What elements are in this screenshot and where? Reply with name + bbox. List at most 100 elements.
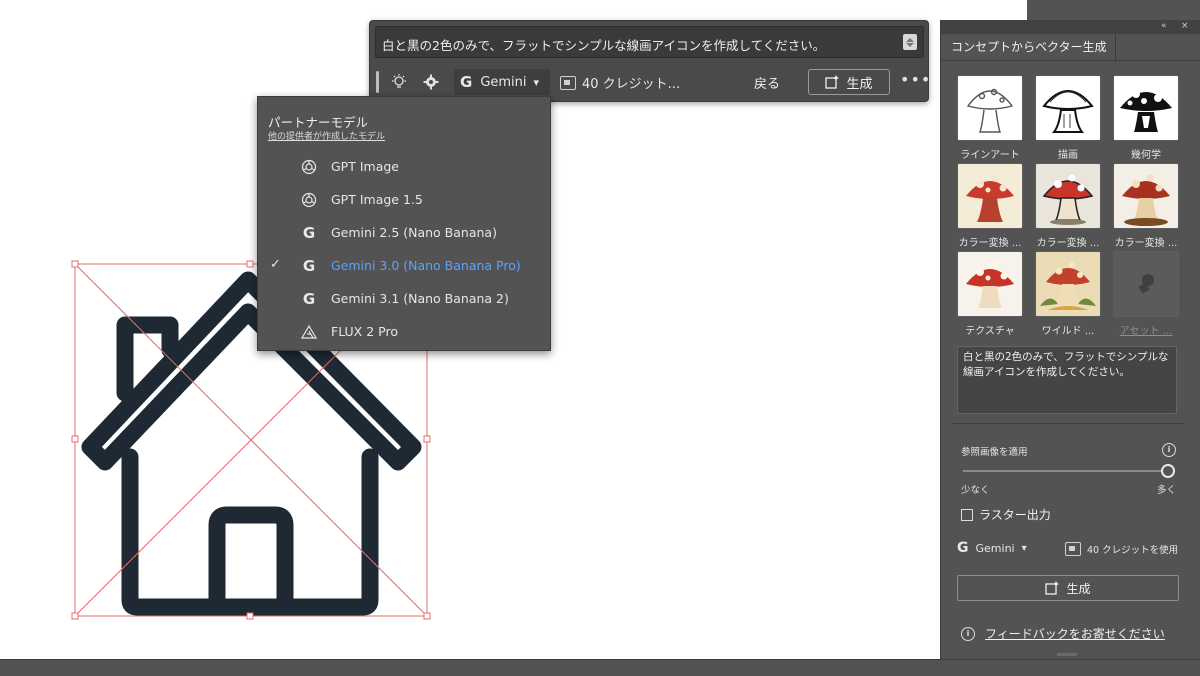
style-thumbnail bbox=[957, 251, 1023, 317]
google-icon: G bbox=[302, 257, 316, 275]
slider-min-label: 少なく bbox=[961, 485, 990, 496]
credits-label: 40 クレジット... bbox=[582, 77, 681, 92]
style-thumbnail bbox=[1035, 75, 1101, 141]
style-label: アセット ... bbox=[1119, 326, 1173, 337]
raster-output-label: ラスター出力 bbox=[979, 508, 1051, 522]
dropdown-subheading-link[interactable]: 他の提供者が作成したモデル bbox=[268, 129, 385, 142]
generate-label: 生成 bbox=[846, 76, 873, 92]
slider-handle[interactable] bbox=[1161, 464, 1175, 478]
menu-item-label: FLUX 2 Pro bbox=[331, 324, 398, 339]
credits-icon bbox=[1065, 542, 1081, 556]
generate-button[interactable]: 生成 bbox=[808, 69, 890, 95]
menu-item-label: Gemini 3.0 (Nano Banana Pro) bbox=[331, 258, 521, 273]
menu-item-label: Gemini 3.1 (Nano Banana 2) bbox=[331, 291, 509, 306]
back-button[interactable]: 戻る bbox=[754, 73, 780, 92]
menu-item-label: Gemini 2.5 (Nano Banana) bbox=[331, 225, 497, 240]
checkmark-icon: ✓ bbox=[270, 257, 281, 272]
panel-generate-button[interactable]: 生成 bbox=[957, 575, 1179, 601]
scroll-up-icon[interactable] bbox=[906, 37, 914, 42]
collapse-icon[interactable]: « bbox=[1161, 21, 1167, 31]
chevron-down-icon: ▾ bbox=[1021, 542, 1027, 554]
generate-label: 生成 bbox=[1066, 581, 1091, 596]
menu-item-label: GPT Image 1.5 bbox=[331, 192, 423, 207]
style-thumbnail bbox=[957, 163, 1023, 229]
scroll-down-icon[interactable] bbox=[906, 42, 914, 47]
menu-item-label: GPT Image bbox=[331, 159, 399, 174]
slider-max-label: 多く bbox=[1157, 485, 1177, 496]
style-label: カラー変換 ... bbox=[1036, 238, 1100, 249]
model-label: Gemini bbox=[480, 74, 527, 90]
raster-output-checkbox[interactable] bbox=[961, 508, 973, 521]
style-thumbnail bbox=[1113, 163, 1179, 229]
google-icon: G bbox=[460, 73, 473, 91]
style-color-transform-2[interactable]: カラー変換 ... bbox=[1035, 163, 1101, 249]
style-line-art[interactable]: ラインアート bbox=[957, 75, 1023, 161]
chevron-down-icon: ▾ bbox=[533, 75, 540, 89]
menu-item-gpt-image-1-5[interactable]: GPT Image 1.5 bbox=[258, 185, 550, 215]
style-label: ワイルド ... bbox=[1041, 326, 1095, 337]
style-wild[interactable]: ワイルド ... bbox=[1035, 251, 1101, 337]
tab-concept-to-vector[interactable]: コンセプトからベクター生成 bbox=[943, 34, 1116, 60]
raster-output-option[interactable]: ラスター出力 bbox=[961, 506, 1051, 523]
menu-item-gemini-3-1[interactable]: G Gemini 3.1 (Nano Banana 2) bbox=[258, 284, 550, 314]
style-asset[interactable]: アセット ... bbox=[1113, 251, 1179, 337]
style-label: ラインアート bbox=[960, 150, 1020, 161]
style-thumbnail bbox=[1035, 251, 1101, 317]
panel-model-selector[interactable]: G Gemini ▾ bbox=[957, 540, 1027, 556]
openai-icon bbox=[300, 191, 318, 209]
credits-label: 40 クレジットを使用 bbox=[1087, 545, 1179, 556]
style-label: カラー変換 ... bbox=[958, 238, 1022, 249]
credits-indicator[interactable]: 40 クレジット... bbox=[560, 73, 680, 92]
model-selector[interactable]: G Gemini ▾ bbox=[454, 69, 550, 95]
model-label: Gemini bbox=[975, 541, 1015, 555]
feedback-row: i フィードバックをお寄せください bbox=[961, 625, 1165, 642]
more-options-icon[interactable]: ••• bbox=[900, 70, 931, 89]
divider bbox=[941, 60, 1200, 61]
menu-item-gpt-image[interactable]: GPT Image bbox=[258, 152, 550, 182]
feedback-link[interactable]: フィードバックをお寄せください bbox=[985, 625, 1165, 642]
prompt-input[interactable]: 白と黒の2色のみで、フラットでシンプルな線画アイコンを作成してください。 bbox=[375, 26, 924, 58]
style-thumbnail bbox=[1113, 251, 1179, 317]
menu-item-flux-2-pro[interactable]: FLUX 2 Pro bbox=[258, 317, 550, 347]
divider bbox=[951, 423, 1185, 424]
google-icon: G bbox=[957, 540, 969, 556]
task-bar-controls: G Gemini ▾ 40 クレジット... 戻る 生成 ••• bbox=[370, 65, 931, 97]
prompt-scroll-stepper[interactable] bbox=[903, 34, 917, 50]
generate-icon bbox=[825, 75, 840, 89]
panel-resize-handle[interactable] bbox=[1057, 653, 1077, 656]
contextual-task-bar: 白と黒の2色のみで、フラットでシンプルな線画アイコンを作成してください。 G G… bbox=[369, 20, 931, 102]
reference-strength-slider[interactable] bbox=[963, 470, 1168, 472]
menu-item-gemini-2-5[interactable]: G Gemini 2.5 (Nano Banana) bbox=[258, 218, 550, 248]
style-thumbnail bbox=[1113, 75, 1179, 141]
close-icon[interactable]: × bbox=[1181, 21, 1189, 31]
reference-image-label: 参照画像を適用 bbox=[961, 447, 1028, 458]
lightbulb-icon[interactable] bbox=[390, 73, 408, 91]
flux-icon bbox=[300, 323, 318, 341]
style-geometric[interactable]: 幾何学 bbox=[1113, 75, 1179, 161]
style-thumbnail bbox=[1035, 163, 1101, 229]
style-drawing[interactable]: 描画 bbox=[1035, 75, 1101, 161]
google-icon: G bbox=[302, 290, 316, 308]
openai-icon bbox=[300, 158, 318, 176]
info-icon[interactable]: i bbox=[1162, 443, 1176, 457]
status-bar bbox=[0, 659, 1200, 676]
style-texture[interactable]: テクスチャ bbox=[957, 251, 1023, 337]
credits-icon bbox=[560, 75, 576, 90]
model-dropdown-menu: パートナーモデル 他の提供者が作成したモデル GPT Image GPT Ima… bbox=[257, 96, 551, 351]
style-label: カラー変換 ... bbox=[1114, 238, 1178, 249]
style-color-transform-1[interactable]: カラー変換 ... bbox=[957, 163, 1023, 249]
info-icon: i bbox=[961, 626, 975, 641]
drag-handle[interactable] bbox=[376, 71, 379, 93]
gear-icon[interactable] bbox=[422, 73, 440, 91]
style-label: 幾何学 bbox=[1131, 150, 1161, 161]
menu-item-gemini-3-0[interactable]: ✓ G Gemini 3.0 (Nano Banana Pro) bbox=[258, 251, 550, 281]
style-label: 描画 bbox=[1058, 150, 1078, 161]
panel-prompt-input[interactable]: 白と黒の2色のみで、フラットでシンプルな線画アイコンを作成してください。 bbox=[957, 346, 1177, 414]
prompt-text: 白と黒の2色のみで、フラットでシンプルな線画アイコンを作成してください。 bbox=[382, 38, 826, 53]
app-frame-strip bbox=[1027, 0, 1200, 20]
style-color-transform-3[interactable]: カラー変換 ... bbox=[1113, 163, 1179, 249]
concept-to-vector-panel: « × コンセプトからベクター生成 ラインアート 描画 幾何学 カラー変換 ..… bbox=[940, 20, 1200, 659]
panel-titlebar: « × bbox=[941, 20, 1200, 34]
style-label: テクスチャ bbox=[965, 326, 1015, 337]
style-thumbnail bbox=[957, 75, 1023, 141]
